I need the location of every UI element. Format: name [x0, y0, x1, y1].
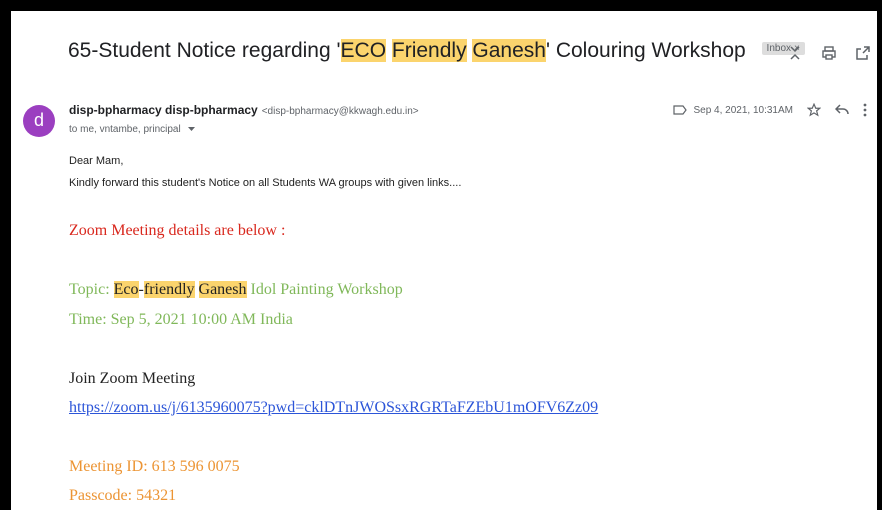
time-line: Time: Sep 5, 2021 10:00 AM India — [69, 311, 293, 328]
label-icon[interactable] — [673, 105, 688, 115]
message-meta: Sep 4, 2021, 10:31AM — [673, 103, 867, 117]
email-view: 65-Student Notice regarding 'ECO Friendl… — [11, 11, 877, 510]
topic-rest: Idol Painting Workshop — [246, 281, 403, 298]
topic-highlight: friendly — [143, 281, 195, 298]
star-icon[interactable] — [807, 103, 821, 117]
join-label: Join Zoom Meeting — [69, 370, 196, 387]
subject-text: 65-Student Notice regarding ' — [68, 39, 341, 62]
expand-collapse-icon[interactable] — [787, 45, 803, 61]
sender-line: disp-bpharmacy disp-bpharmacy <disp-bphar… — [69, 103, 419, 117]
print-icon[interactable] — [821, 45, 837, 61]
passcode: Passcode: 54321 — [69, 487, 177, 504]
avatar[interactable]: d — [23, 105, 55, 137]
join-link[interactable]: https://zoom.us/j/6135960075?pwd=cklDTnJ… — [69, 399, 598, 417]
toolbar — [787, 45, 871, 61]
topic-highlight: Ganesh — [198, 281, 247, 298]
open-new-window-icon[interactable] — [855, 45, 871, 61]
date-wrapper: Sep 4, 2021, 10:31AM — [673, 105, 793, 116]
recipients: to me, vntambe, principal — [69, 124, 196, 135]
topic-highlight: Eco — [113, 281, 139, 298]
dropdown-arrow-icon[interactable] — [187, 126, 196, 132]
subject-highlight: ECO — [340, 39, 387, 62]
zoom-heading: Zoom Meeting details are below : — [69, 222, 286, 239]
sender-name[interactable]: disp-bpharmacy disp-bpharmacy — [69, 103, 258, 117]
topic-label: Topic: — [69, 281, 114, 298]
email-subject: 65-Student Notice regarding 'ECO Friendl… — [68, 39, 805, 63]
sender-email: <disp-bpharmacy@kkwagh.edu.in> — [261, 106, 419, 117]
message-date: Sep 4, 2021, 10:31AM — [693, 104, 793, 116]
reply-icon[interactable] — [835, 104, 849, 116]
subject-highlight: Friendly — [391, 39, 467, 62]
recipients-text: to me, vntambe, principal — [69, 124, 181, 135]
meeting-id: Meeting ID: 613 596 0075 — [69, 458, 240, 475]
topic-line: Topic: Eco-friendly Ganesh Idol Painting… — [69, 281, 403, 299]
subject-highlight: Ganesh — [472, 39, 546, 62]
subject-text: ' Colouring Workshop — [545, 39, 746, 62]
intro-text: Kindly forward this student's Notice on … — [69, 177, 462, 189]
more-vert-icon[interactable] — [863, 103, 867, 117]
greeting: Dear Mam, — [69, 155, 124, 167]
